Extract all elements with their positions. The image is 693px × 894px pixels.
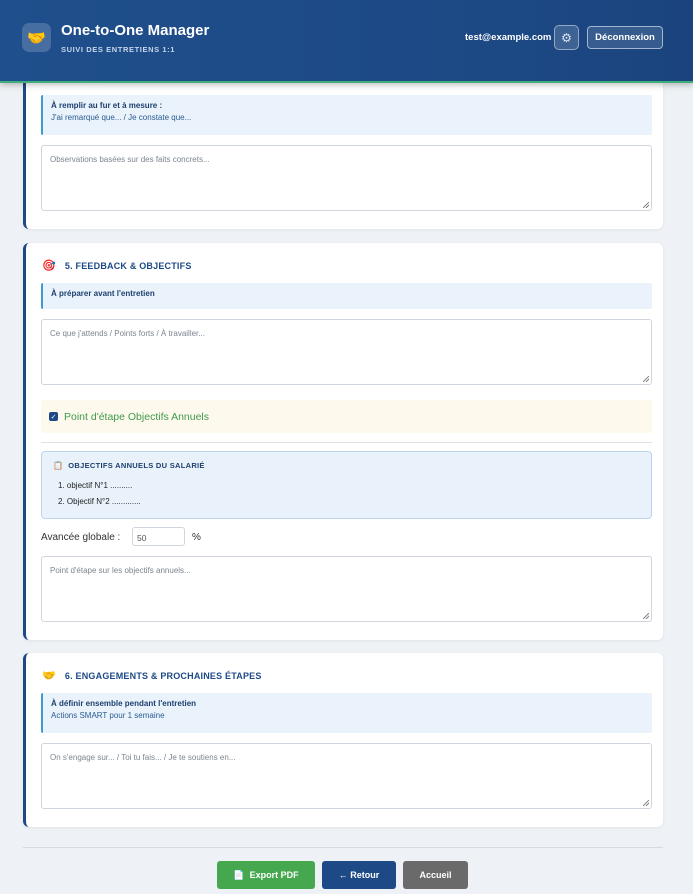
app-header: 🤝 One-to-One Manager SUIVI DES ENTRETIEN…	[0, 0, 693, 83]
clipboard-icon: 📋	[53, 461, 64, 470]
export-pdf-button[interactable]: 📄 Export PDF	[217, 861, 315, 889]
gear-icon: ⚙	[561, 30, 572, 45]
annual-objectives-checkbox-row[interactable]: ✓ Point d'étape Objectifs Annuels	[41, 400, 652, 433]
observations-info-box: À remplir au fur et à mesure : J'ai rema…	[41, 95, 652, 135]
observations-info-subtitle: J'ai remarqué que... / Je constate que..…	[51, 113, 192, 122]
export-pdf-label: Export PDF	[249, 870, 299, 880]
annual-objectives-title: 📋 OBJECTIFS ANNUELS DU SALARIÉ	[53, 461, 205, 470]
target-icon: 🎯	[42, 260, 56, 272]
progress-label: Avancée globale :	[41, 532, 121, 543]
back-button[interactable]: ← Retour	[322, 861, 396, 889]
section-observations-card: À remplir au fur et à mesure : J'ai rema…	[23, 60, 663, 229]
commitments-info-subtitle: Actions SMART pour 1 semaine	[51, 711, 165, 720]
app-subtitle: SUIVI DES ENTRETIENS 1:1	[61, 45, 176, 54]
document-icon: 📄	[233, 869, 245, 880]
logout-button[interactable]: Déconnexion	[587, 26, 663, 49]
annual-objectives-textarea[interactable]: Point d'étape sur les objectifs annuels.…	[41, 556, 652, 622]
feedback-title-text: 5. FEEDBACK & OBJECTIFS	[64, 260, 192, 271]
observations-info-title: À remplir au fur et à mesure :	[51, 101, 163, 110]
observations-textarea[interactable]: Observations basées sur des faits concre…	[41, 145, 652, 211]
commitments-section-title: 🤝 6. ENGAGEMENTS & PROCHAINES ÉTAPES	[42, 669, 262, 682]
progress-input[interactable]: 50	[132, 527, 185, 546]
annual-objectives-title-text: OBJECTIFS ANNUELS DU SALARIÉ	[68, 461, 205, 470]
commitments-info-title: À définir ensemble pendant l'entretien	[51, 699, 197, 708]
progress-unit: %	[192, 532, 201, 543]
handshake-icon: 🤝	[42, 670, 56, 682]
settings-button[interactable]: ⚙	[554, 25, 579, 50]
section-feedback-card: 🎯 5. FEEDBACK & OBJECTIFS À préparer ava…	[23, 243, 663, 640]
annual-objectives-checkbox[interactable]: ✓	[49, 412, 58, 421]
annual-objectives-checkbox-label[interactable]: Point d'étape Objectifs Annuels	[64, 411, 209, 423]
home-button[interactable]: Accueil	[403, 861, 468, 889]
feedback-info-box: À préparer avant l'entretien	[41, 283, 652, 309]
section-commitments-card: 🤝 6. ENGAGEMENTS & PROCHAINES ÉTAPES À d…	[23, 653, 663, 827]
divider	[41, 442, 652, 443]
footer-divider	[23, 847, 663, 848]
feedback-section-title: 🎯 5. FEEDBACK & OBJECTIFS	[42, 259, 192, 272]
handshake-logo-icon: 🤝	[22, 23, 51, 52]
feedback-textarea[interactable]: Ce que j'attends / Points forts / À trav…	[41, 319, 652, 385]
commitments-textarea[interactable]: On s'engage sur... / Toi tu fais... / Je…	[41, 743, 652, 809]
annual-objectives-box: 📋 OBJECTIFS ANNUELS DU SALARIÉ 1. object…	[41, 451, 652, 519]
objective-item: 1. objectif N°1 ..........	[58, 481, 133, 490]
user-email: test@example.com	[465, 32, 552, 43]
app-title: One-to-One Manager	[61, 22, 210, 39]
feedback-info-title: À préparer avant l'entretien	[51, 289, 155, 298]
commitments-info-box: À définir ensemble pendant l'entretien A…	[41, 693, 652, 733]
objective-item: 2. Objectif N°2 .............	[58, 497, 141, 506]
commitments-title-text: 6. ENGAGEMENTS & PROCHAINES ÉTAPES	[64, 670, 262, 681]
